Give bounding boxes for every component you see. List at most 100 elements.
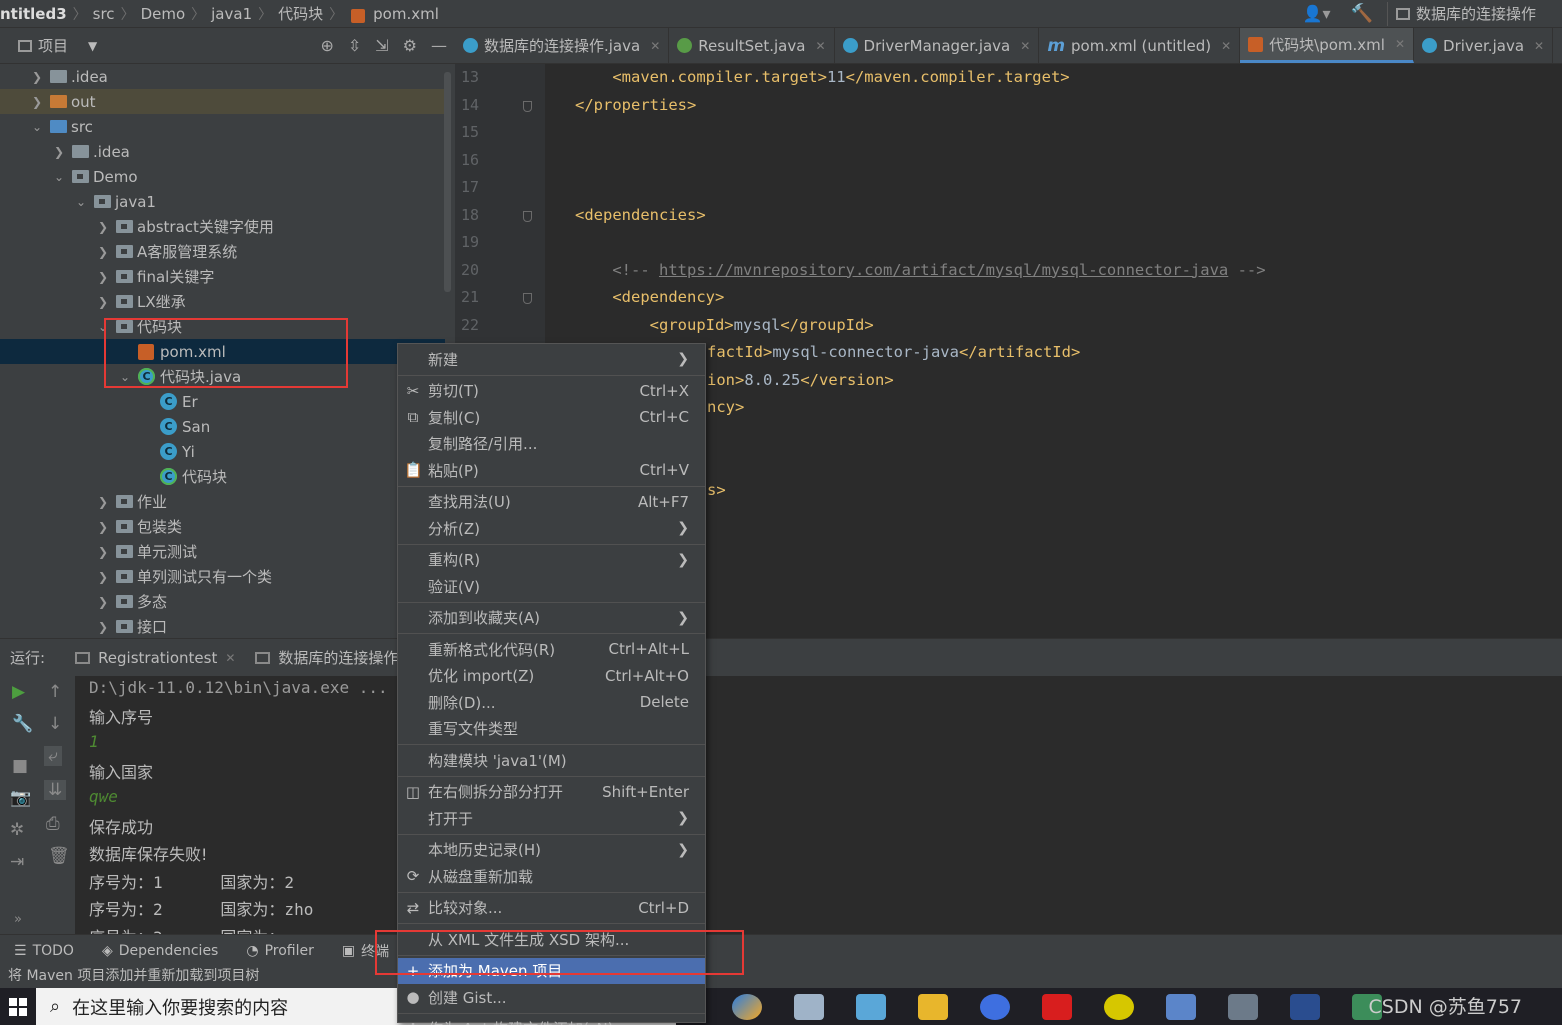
user-icon[interactable]: 👤▾ — [1293, 4, 1341, 23]
tree-scrollbar[interactable] — [444, 72, 451, 292]
menu-item[interactable]: 优化 import(Z) Ctrl+Alt+O — [398, 663, 705, 689]
close-icon[interactable]: ✕ — [225, 651, 235, 665]
chevron-right-icon[interactable]: ❯ — [30, 95, 44, 109]
tree-item[interactable]: ⌄ src — [0, 114, 445, 139]
menu-item[interactable]: ⟳ 从磁盘重新加载 — [398, 863, 705, 889]
editor-tab[interactable]: DriverManager.java ✕ — [835, 28, 1040, 63]
tree-item[interactable]: ❯ 多态 — [0, 589, 445, 614]
editor-tab[interactable]: 代码块\pom.xml ✕ — [1240, 28, 1415, 63]
tree-item[interactable]: C Er — [0, 389, 445, 414]
editor-tab[interactable]: ResultSet.java ✕ — [669, 28, 835, 63]
chevron-right-icon[interactable]: ❯ — [96, 295, 110, 309]
tool-window-button[interactable]: ☰ TODO — [0, 943, 88, 959]
menu-item[interactable]: 添加到收藏夹(A) ❯ — [398, 605, 705, 631]
breadcrumb-item[interactable]: src — [89, 5, 119, 23]
tree-item[interactable]: C Yi — [0, 439, 445, 464]
tree-item[interactable]: ❯ abstract关键字使用 — [0, 214, 445, 239]
rerun-icon[interactable]: ▶ — [12, 682, 25, 702]
tree-item[interactable]: ❯ 接口 — [0, 614, 445, 638]
chevron-right-icon[interactable]: ❯ — [96, 545, 110, 559]
expand-all-icon[interactable]: ⇳ — [348, 36, 361, 55]
chevron-right-icon[interactable]: ❯ — [96, 245, 110, 259]
dev-app-icon[interactable] — [1290, 993, 1320, 1020]
soft-wrap-icon[interactable]: ⤶ — [44, 746, 62, 766]
tree-item[interactable]: ❯ final关键字 — [0, 264, 445, 289]
breadcrumb-item[interactable]: java1 — [207, 5, 256, 23]
network-app-icon[interactable] — [794, 993, 824, 1020]
exit-icon[interactable]: ⇥ — [10, 852, 24, 872]
chevron-right-icon[interactable]: ❯ — [96, 520, 110, 534]
tree-item[interactable]: ❯ out — [0, 89, 445, 114]
collapse-all-icon[interactable]: ⇲ — [375, 36, 388, 55]
tree-item[interactable]: ❯ 作业 — [0, 489, 445, 514]
editor-tab[interactable]: m pom.xml (untitled) ✕ — [1039, 28, 1241, 63]
menu-item[interactable]: 查找用法(U) Alt+F7 — [398, 489, 705, 515]
close-icon[interactable]: ✕ — [815, 39, 825, 53]
chevron-down-icon[interactable]: ⌄ — [30, 120, 44, 134]
youdao-app-icon[interactable] — [1042, 993, 1072, 1020]
debug-icon[interactable]: ✲ — [10, 820, 24, 840]
menu-item[interactable]: ✱ 作为 Ant 构建文件添加(_N) — [398, 1016, 705, 1025]
tree-item[interactable]: ❯ .idea — [0, 139, 445, 164]
chevron-right-icon[interactable]: ❯ — [96, 270, 110, 284]
down-arrow-icon[interactable]: ↓ — [48, 714, 62, 734]
calculator-app-icon[interactable] — [1228, 993, 1258, 1020]
tree-item[interactable]: ❯ 包装类 — [0, 514, 445, 539]
menu-item[interactable]: ⇄ 比较对象... Ctrl+D — [398, 895, 705, 921]
breadcrumb-file[interactable]: pom.xml — [369, 5, 443, 23]
gear-icon[interactable]: ⚙ — [403, 36, 417, 55]
file-explorer-icon[interactable] — [918, 993, 948, 1020]
editor-tab[interactable]: Driver.java ✕ — [1414, 28, 1554, 63]
tree-item[interactable]: ⌄ Demo — [0, 164, 445, 189]
close-icon[interactable]: ✕ — [1395, 37, 1405, 51]
menu-item[interactable]: 重新格式化代码(R) Ctrl+Alt+L — [398, 636, 705, 662]
chevron-right-icon[interactable]: ❯ — [96, 220, 110, 234]
tree-item[interactable]: ❯ A客服管理系统 — [0, 239, 445, 264]
menu-item[interactable]: 新建 ❯ — [398, 346, 705, 372]
project-view-selector[interactable]: 项目 ▼ — [18, 35, 97, 56]
menu-item[interactable]: 📋 粘贴(P) Ctrl+V — [398, 457, 705, 483]
menu-item[interactable]: 复制路径/引用... — [398, 431, 705, 457]
trash-icon[interactable]: 🗑 — [48, 846, 70, 866]
breadcrumb-item[interactable]: Demo — [137, 5, 190, 23]
tool-window-button[interactable]: ◈ Dependencies — [88, 943, 232, 959]
camera-icon[interactable]: 📷 — [10, 788, 31, 808]
chevron-right-icon[interactable]: ❯ — [96, 595, 110, 609]
tree-item[interactable]: C San — [0, 414, 445, 439]
menu-item[interactable]: 验证(V) — [398, 573, 705, 599]
stop-icon[interactable]: ■ — [12, 756, 28, 776]
close-icon[interactable]: ✕ — [1221, 39, 1231, 53]
menu-item[interactable]: 分析(Z) ❯ — [398, 515, 705, 541]
menu-item[interactable]: ⧉ 复制(C) Ctrl+C — [398, 404, 705, 430]
editor-tab[interactable]: 数据库的连接操作.java ✕ — [455, 28, 670, 63]
remote-desktop-icon[interactable] — [1166, 993, 1196, 1020]
chevron-right-icon[interactable]: ❯ — [96, 570, 110, 584]
locate-icon[interactable]: ⊕ — [320, 36, 333, 55]
tool-window-button[interactable]: ◔ Profiler — [232, 943, 328, 959]
fold-marker-icon[interactable] — [523, 293, 532, 304]
wrench-icon[interactable]: 🔧 — [12, 714, 33, 734]
chevron-right-icon[interactable]: ❯ — [30, 70, 44, 84]
run-console-output[interactable]: D:\jdk-11.0.12\bin\java.exe ... 输入序号 1 输入国家… — [75, 676, 1562, 934]
tree-item[interactable]: ❯ 单列测试只有一个类 — [0, 564, 445, 589]
notepad-app-icon[interactable] — [856, 993, 886, 1020]
chevron-right-icon[interactable]: ❯ — [96, 620, 110, 634]
tree-item[interactable]: ❯ 单元测试 — [0, 539, 445, 564]
run-tab[interactable]: 数据库的连接操作 — [245, 639, 408, 676]
chevron-down-icon[interactable]: ⌄ — [52, 170, 66, 184]
fold-marker-icon[interactable] — [523, 100, 532, 112]
menu-item[interactable]: 删除(D)... Delete — [398, 689, 705, 715]
chevron-right-icon[interactable]: ❯ — [96, 495, 110, 509]
chevron-right-icon[interactable]: ❯ — [52, 145, 66, 159]
browser-app-icon[interactable] — [732, 993, 762, 1020]
close-icon[interactable]: ✕ — [650, 39, 660, 53]
run-tab[interactable]: Registrationtest ✕ — [65, 639, 245, 676]
run-configuration-selector[interactable]: 数据库的连接操作 — [1386, 1, 1558, 26]
scroll-to-end-icon[interactable]: ⇊ — [44, 780, 67, 800]
fold-marker-icon[interactable] — [523, 210, 532, 222]
close-icon[interactable]: ✕ — [1534, 39, 1544, 53]
menu-item[interactable]: ● 创建 Gist... — [398, 984, 705, 1010]
menu-item[interactable]: 打开于 ❯ — [398, 805, 705, 831]
menu-item[interactable]: 构建模块 'java1'(M) — [398, 747, 705, 773]
tree-item[interactable]: C 代码块 — [0, 464, 445, 489]
